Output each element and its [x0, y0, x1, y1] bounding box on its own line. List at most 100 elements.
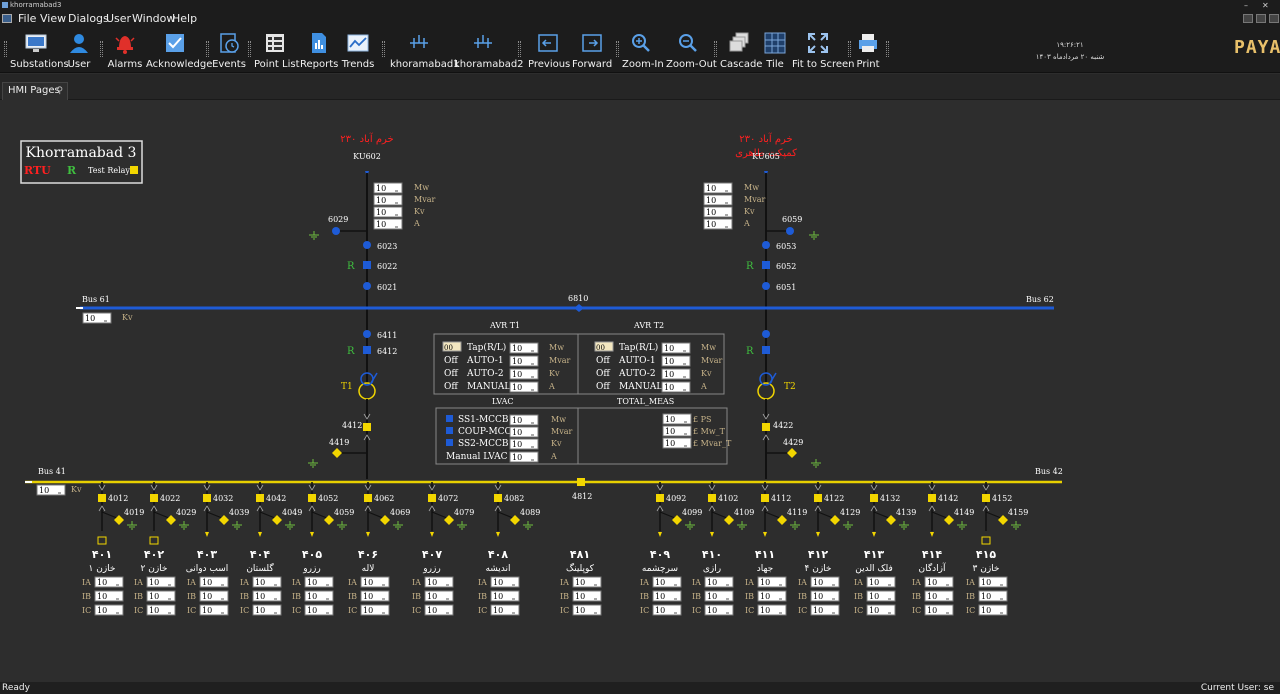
avr-mode-label: AUTO-1 [618, 356, 656, 366]
circuit-breaker[interactable] [982, 494, 990, 502]
acknowledge-button[interactable]: Acknowledge [146, 29, 212, 71]
forward-button[interactable]: Forward [572, 29, 612, 71]
earth-switch[interactable] [380, 515, 390, 525]
earth-switch[interactable] [672, 515, 682, 525]
circuit-breaker[interactable] [98, 494, 106, 502]
avr-state: Off [596, 356, 610, 366]
disconnector[interactable] [762, 282, 770, 290]
minimize-button[interactable]: – [1244, 0, 1248, 11]
point-list-button[interactable]: Point List [254, 29, 300, 71]
earth-switch[interactable] [166, 515, 176, 525]
circuit-breaker[interactable] [363, 261, 371, 269]
toolbar-grip[interactable] [4, 41, 7, 57]
circuit-breaker[interactable] [363, 346, 371, 354]
khoramabad2-button[interactable]: khoramabad2 [454, 29, 524, 71]
circuit-breaker[interactable] [762, 261, 770, 269]
circuit-breaker[interactable] [761, 494, 769, 502]
earth-switch[interactable] [324, 515, 334, 525]
circuit-breaker[interactable] [428, 494, 436, 502]
toolbar-grip[interactable] [714, 41, 717, 57]
mdi-window-icon[interactable] [2, 14, 12, 23]
menu-window[interactable]: Window [132, 12, 175, 25]
menu-view[interactable]: View [40, 12, 66, 25]
cascade-button[interactable]: Cascade [720, 29, 762, 71]
menu-dialogs[interactable]: Dialogs [68, 12, 109, 25]
events-button[interactable]: Events [212, 29, 246, 71]
fit-to-screen-button[interactable]: Fit to Screen [792, 29, 855, 71]
earth-switch[interactable] [998, 515, 1008, 525]
circuit-breaker[interactable] [762, 346, 770, 354]
circuit-breaker[interactable] [150, 494, 158, 502]
disconnector[interactable] [762, 241, 770, 249]
tab-hmi-pages[interactable]: HMI Pages ⚲ [2, 82, 68, 100]
toolbar-grip[interactable] [248, 41, 251, 57]
toolbar-grip[interactable] [616, 41, 619, 57]
toolbar-grip[interactable] [518, 41, 521, 57]
zoom-in-button[interactable]: Zoom-In [622, 29, 664, 71]
circuit-breaker[interactable] [364, 494, 372, 502]
phase-label: IC [82, 606, 91, 615]
circuit-breaker[interactable] [256, 494, 264, 502]
circuit-breaker[interactable] [308, 494, 316, 502]
mccb-indicator[interactable] [446, 439, 453, 446]
circuit-breaker[interactable] [814, 494, 822, 502]
mccb-indicator[interactable] [446, 427, 453, 434]
earth-switch[interactable] [830, 515, 840, 525]
menu-help[interactable]: Help [172, 12, 197, 25]
earth-switch[interactable] [787, 448, 797, 458]
reports-button[interactable]: Reports [300, 29, 338, 71]
circuit-breaker[interactable] [870, 494, 878, 502]
bus-coupler-hv[interactable] [574, 304, 584, 312]
earth-switch[interactable] [272, 515, 282, 525]
circuit-breaker[interactable] [708, 494, 716, 502]
earth-switch[interactable] [332, 448, 342, 458]
disconnector[interactable] [363, 241, 371, 249]
print-button[interactable]: Print [854, 29, 882, 71]
disconnector[interactable] [762, 330, 770, 338]
mdi-close-button[interactable] [1269, 14, 1279, 23]
earth-switch[interactable] [886, 515, 896, 525]
mccb-indicator[interactable] [446, 415, 453, 422]
bus-coupler-lv[interactable] [577, 478, 585, 486]
legend-relay: R [67, 164, 77, 177]
feeder-number: ۴۱۵ [976, 548, 996, 561]
circuit-breaker[interactable] [928, 494, 936, 502]
trends-button[interactable]: Trends [340, 29, 376, 71]
circuit-breaker[interactable] [762, 423, 770, 431]
menu-user[interactable]: User [106, 12, 131, 25]
disconnector[interactable] [363, 330, 371, 338]
earth-switch[interactable] [944, 515, 954, 525]
alarms-button[interactable]: Alarms [106, 29, 144, 71]
khoramabad1-button[interactable]: khoramabad1 [390, 29, 460, 71]
previous-button[interactable]: Previous [528, 29, 570, 71]
disconnector[interactable] [332, 227, 340, 235]
disconnector[interactable] [363, 282, 371, 290]
circuit-breaker[interactable] [363, 423, 371, 431]
earth-switch[interactable] [777, 515, 787, 525]
circuit-breaker[interactable] [656, 494, 664, 502]
test-relay-indicator[interactable] [130, 166, 138, 174]
mdi-minimize-button[interactable] [1243, 14, 1253, 23]
toolbar-grip[interactable] [886, 41, 889, 57]
pin-icon[interactable]: ⚲ [56, 83, 63, 99]
toolbar-grip[interactable] [206, 41, 209, 57]
toolbar-grip[interactable] [848, 41, 851, 57]
earth-switch[interactable] [724, 515, 734, 525]
close-button[interactable]: ✕ [1262, 0, 1269, 11]
current-user: Current User: se [1200, 683, 1274, 693]
zoom-out-button[interactable]: Zoom-Out [666, 29, 717, 71]
tile-button[interactable]: Tile [762, 29, 788, 71]
circuit-breaker[interactable] [494, 494, 502, 502]
circuit-breaker[interactable] [203, 494, 211, 502]
mdi-restore-button[interactable] [1256, 14, 1266, 23]
user-button[interactable]: User [62, 29, 96, 71]
earth-switch[interactable] [510, 515, 520, 525]
disconnector[interactable] [786, 227, 794, 235]
toolbar-grip[interactable] [382, 41, 385, 57]
earth-switch[interactable] [114, 515, 124, 525]
substations-button[interactable]: Substations [10, 29, 69, 71]
toolbar-grip[interactable] [100, 41, 103, 57]
menu-file[interactable]: File [18, 12, 36, 25]
earth-switch[interactable] [444, 515, 454, 525]
earth-switch[interactable] [219, 515, 229, 525]
